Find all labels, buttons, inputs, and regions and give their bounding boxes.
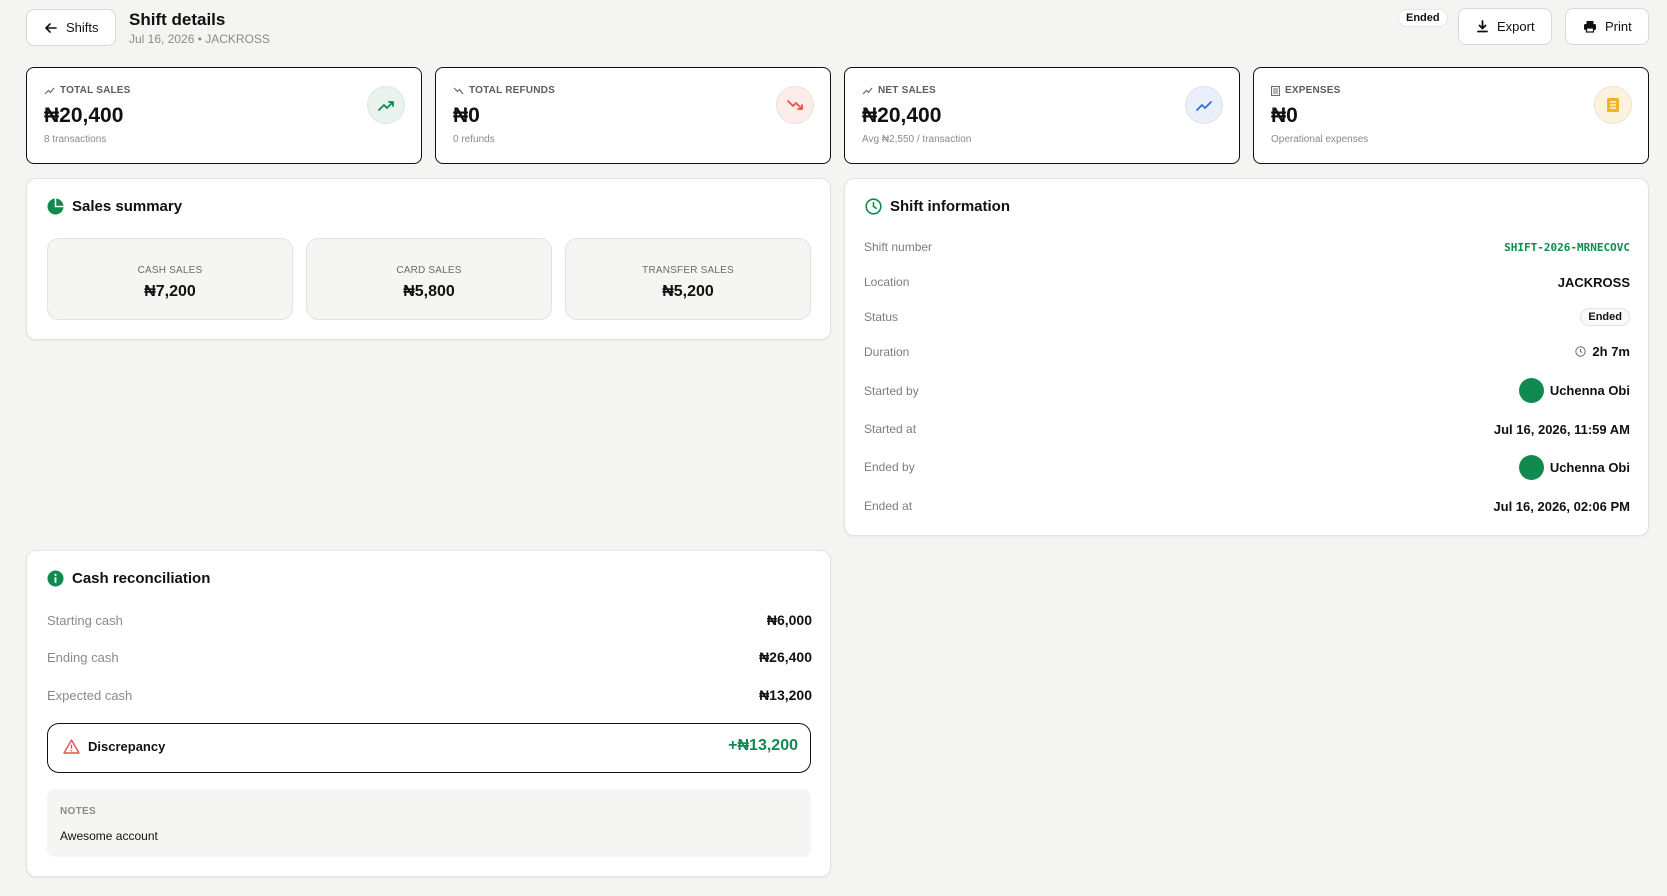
back-button[interactable]: Shifts (26, 9, 116, 46)
printer-icon (1584, 21, 1596, 33)
stat-label: NET SALES (878, 85, 936, 96)
section-title: Sales summary (72, 198, 183, 215)
duration-value: 2h 7m (1575, 344, 1630, 359)
trending-down-icon (787, 99, 803, 110)
status-label: Status (864, 310, 899, 324)
trending-up-icon (44, 87, 55, 94)
discrepancy-value: +₦13,200 (728, 737, 798, 754)
trending-up-icon (1196, 100, 1212, 111)
notes-box: NOTES Awesome account (47, 789, 811, 857)
started-at-label: Started at (864, 422, 917, 436)
stat-value: ₦0 (1271, 104, 1298, 127)
stat-sub: Operational expenses (1271, 134, 1369, 145)
notes-label: NOTES (60, 806, 96, 817)
shift-number-value: SHIFT-2026-MRNECOVC (1504, 241, 1630, 254)
stat-card-net-sales: NET SALES ₦20,400 Avg ₦2,550 / transacti… (844, 67, 1240, 164)
export-button[interactable]: Export (1458, 8, 1552, 45)
trending-down-icon (453, 87, 464, 94)
stat-sub: 8 transactions (44, 134, 107, 145)
sales-summary-title-row: Sales summary (47, 198, 182, 215)
stat-value: ₦20,400 (44, 104, 124, 127)
section-title: Cash reconciliation (72, 570, 211, 587)
shift-number-label: Shift number (864, 240, 933, 254)
trending-up-icon (862, 87, 873, 94)
status-value: Ended (1580, 308, 1630, 326)
sales-tile-transfer: TRANSFER SALES ₦5,200 (565, 238, 811, 320)
shift-info-card (844, 178, 1649, 536)
stat-sub: Avg ₦2,550 / transaction (862, 134, 972, 145)
warning-triangle-icon (63, 739, 80, 754)
ended-at-label: Ended at (864, 499, 913, 513)
shift-info-title-row: Shift information (865, 198, 1010, 215)
receipt-icon (1271, 85, 1280, 96)
stat-value: ₦20,400 (862, 104, 942, 127)
ended-by-label: Ended by (864, 460, 915, 474)
ending-cash-value: ₦26,400 (759, 649, 812, 665)
starting-cash-value: ₦6,000 (766, 612, 812, 628)
stat-icon-badge (1594, 86, 1632, 124)
page-subtitle: Jul 16, 2026 • JACKROSS (129, 32, 270, 46)
starting-cash-label: Starting cash (47, 613, 123, 628)
started-by-value: Uchenna Obi (1518, 378, 1630, 403)
started-by-name: Uchenna Obi (1549, 383, 1630, 398)
sales-tile-card: CARD SALES ₦5,800 (306, 238, 552, 320)
tile-value: ₦5,800 (403, 283, 455, 300)
print-button[interactable]: Print (1565, 8, 1649, 45)
stat-label: EXPENSES (1285, 85, 1341, 96)
download-icon (1477, 20, 1488, 33)
stat-card-total-refunds: TOTAL REFUNDS ₦0 0 refunds (435, 67, 831, 164)
stat-card-total-sales: TOTAL SALES ₦20,400 8 transactions (26, 67, 422, 164)
started-at-value: Jul 16, 2026, 11:59 AM (1493, 422, 1630, 437)
sales-tile-cash: CASH SALES ₦7,200 (47, 238, 293, 320)
stat-card-expenses: EXPENSES ₦0 Operational expenses (1253, 67, 1649, 164)
stat-icon-badge (367, 86, 405, 124)
started-by-label: Started by (864, 384, 919, 398)
back-label: Shifts (66, 20, 99, 35)
notes-text: Awesome account (60, 829, 158, 843)
stat-icon-badge (776, 86, 814, 124)
stat-sub: 0 refunds (453, 134, 495, 145)
trending-up-icon (378, 100, 394, 111)
pie-chart-icon (47, 198, 64, 215)
stat-value: ₦0 (453, 104, 480, 127)
avatar (1518, 378, 1544, 403)
expected-cash-value: ₦13,200 (759, 687, 812, 703)
receipt-icon (1607, 98, 1619, 112)
location-value: JACKROSS (1557, 275, 1630, 290)
ended-at-value: Jul 16, 2026, 02:06 PM (1493, 499, 1630, 514)
arrow-left-icon (45, 22, 57, 33)
clock-icon (1575, 346, 1587, 357)
expected-cash-label: Expected cash (47, 688, 133, 703)
stat-label: TOTAL REFUNDS (469, 85, 555, 96)
status-badge: Ended (1398, 9, 1448, 27)
print-label: Print (1605, 19, 1632, 34)
info-icon (47, 570, 64, 587)
discrepancy-label: Discrepancy (88, 739, 166, 754)
ended-by-value: Uchenna Obi (1518, 455, 1630, 480)
tile-value: ₦5,200 (662, 283, 714, 300)
tile-label: TRANSFER SALES (642, 265, 734, 276)
tile-value: ₦7,200 (144, 283, 196, 300)
export-label: Export (1497, 19, 1535, 34)
stat-label: TOTAL SALES (60, 85, 131, 96)
stat-icon-badge (1185, 86, 1223, 124)
duration: 2h 7m (1592, 344, 1630, 359)
location-label: Location (864, 275, 910, 289)
duration-label: Duration (864, 345, 910, 359)
ending-cash-label: Ending cash (47, 650, 119, 665)
tile-label: CASH SALES (137, 265, 203, 276)
section-title: Shift information (890, 198, 1010, 215)
discrepancy-row: Discrepancy +₦13,200 (47, 723, 811, 773)
ended-by-name: Uchenna Obi (1549, 460, 1630, 475)
status-pill: Ended (1580, 308, 1630, 326)
clock-icon (865, 198, 882, 215)
page-title: Shift details (129, 10, 226, 29)
cash-reconciliation-title-row: Cash reconciliation (47, 570, 210, 587)
avatar (1518, 455, 1544, 480)
shift-number: SHIFT-2026-MRNECOVC (1504, 241, 1630, 254)
tile-label: CARD SALES (396, 265, 462, 276)
